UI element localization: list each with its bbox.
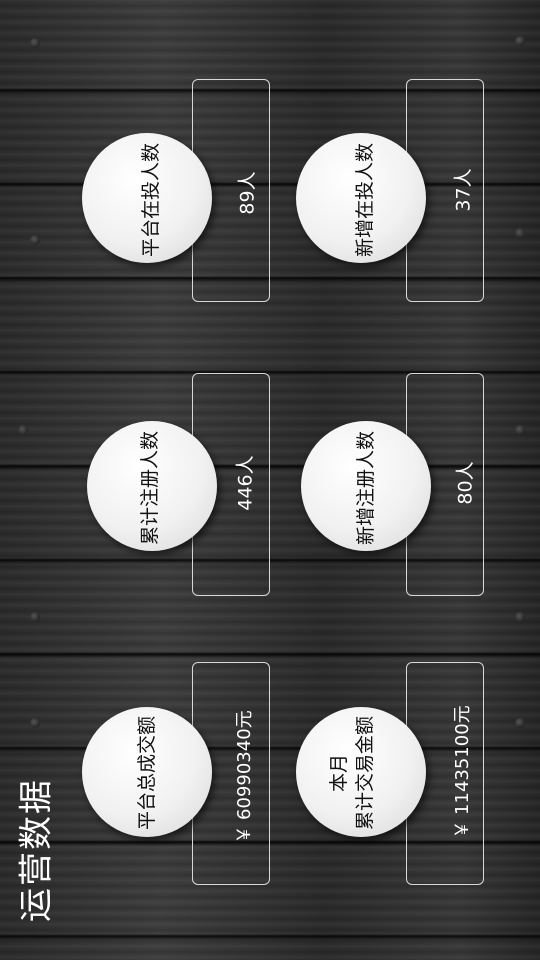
stat-label: 平台在投人数 (140, 142, 162, 258)
nail-decoration (515, 718, 525, 728)
stat-label-line1: 本月 (328, 753, 350, 793)
nail-decoration (515, 36, 525, 46)
stat-label: 累计注册人数 (139, 430, 161, 546)
nail-decoration (30, 38, 40, 48)
stat-value: 446人 (234, 455, 257, 511)
stat-label-line2: 累计交易金额 (354, 715, 376, 831)
nail-decoration (30, 718, 40, 728)
nail-decoration (30, 235, 40, 245)
nail-decoration (515, 612, 525, 622)
nail-decoration (18, 425, 28, 435)
nail-decoration (515, 425, 525, 435)
nail-decoration (515, 228, 525, 238)
stat-value: 80人 (454, 461, 477, 505)
stat-label: 新增注册人数 (355, 430, 377, 546)
stat-label: 新增在投人数 (354, 142, 376, 258)
stat-value: ￥ 60990340元 (234, 710, 255, 844)
stat-value: 37人 (452, 168, 475, 212)
stat-label: 本月 累计交易金额 (326, 716, 378, 830)
stat-value: ￥ 11435100元 (452, 705, 473, 839)
page-title: 运营数据 (16, 778, 57, 922)
stat-value: 89人 (236, 171, 259, 215)
stat-label: 平台总成交额 (136, 715, 158, 831)
nail-decoration (30, 612, 40, 622)
